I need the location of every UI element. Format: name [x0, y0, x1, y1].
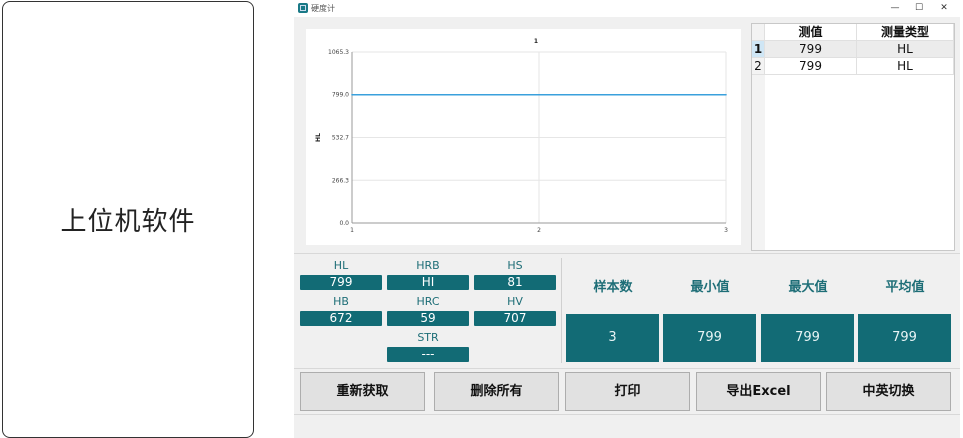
measure-value-hrc: 59: [387, 311, 469, 326]
title-bar: 硬度计 — ☐ ✕: [294, 0, 960, 17]
line-chart: 0.0 266.3 532.7 799.0 1065.3 1 2 3 1 HL: [315, 38, 728, 234]
data-table: 测值 测量类型 1 799 HL 2 799 HL: [751, 23, 955, 251]
language-toggle-button[interactable]: 中英切换: [826, 372, 951, 411]
header-value[interactable]: 测值: [765, 24, 857, 41]
cell-type[interactable]: HL: [857, 41, 954, 58]
measure-label-hs: HS: [507, 259, 523, 272]
divider: [294, 414, 960, 415]
x-tick-label: 2: [537, 227, 541, 234]
y-axis-label: HL: [315, 133, 322, 142]
stat-label-max: 最大值: [788, 280, 828, 295]
cell-type[interactable]: HL: [857, 58, 954, 75]
table-row[interactable]: 1 799 HL: [752, 41, 954, 58]
export-excel-button[interactable]: 导出Excel: [696, 372, 821, 411]
window-title: 硬度计: [311, 4, 335, 13]
data-point: [538, 93, 540, 96]
chart-panel: 0.0 266.3 532.7 799.0 1065.3 1 2 3 1 HL: [306, 29, 741, 245]
divider: [294, 368, 960, 369]
measure-label-str: STR: [417, 331, 439, 344]
measure-value-hl: 799: [300, 275, 382, 290]
delete-all-button[interactable]: 删除所有: [434, 372, 559, 411]
measure-value-hv: 707: [474, 311, 556, 326]
measure-value-hb: 672: [300, 311, 382, 326]
cell-value[interactable]: 799: [765, 41, 857, 58]
measure-value-str: ---: [387, 347, 469, 362]
y-tick-label: 0.0: [339, 220, 349, 227]
x-tick-label: 3: [724, 227, 728, 234]
maximize-button[interactable]: ☐: [908, 1, 930, 15]
measure-label-hb: HB: [333, 295, 349, 308]
header-type[interactable]: 测量类型: [857, 24, 954, 41]
divider: [294, 253, 960, 254]
stat-value-count: 3: [566, 314, 659, 362]
divider: [561, 258, 562, 363]
app-window: 硬度计 — ☐ ✕ 0.0 266.3 532.7 799.0 1065.3 1 2 3 1 HL…: [294, 0, 960, 438]
cell-value[interactable]: 799: [765, 58, 857, 75]
stat-value-min: 799: [663, 314, 756, 362]
stat-value-max: 799: [761, 314, 854, 362]
reacquire-button[interactable]: 重新获取: [300, 372, 425, 411]
stat-label-avg: 平均值: [885, 280, 925, 295]
table-header-row: 测值 测量类型: [752, 24, 954, 41]
data-point: [351, 93, 353, 96]
app-icon: [298, 3, 308, 13]
y-tick-label: 1065.3: [328, 49, 349, 56]
measure-label-hl: HL: [333, 259, 349, 272]
data-point: [725, 93, 727, 96]
stat-label-min: 最小值: [690, 280, 730, 295]
table-row[interactable]: 2 799 HL: [752, 58, 954, 75]
left-card-label: 上位机软件: [60, 207, 196, 237]
y-tick-label: 799.0: [332, 92, 349, 99]
measure-label-hrc: HRC: [416, 295, 440, 308]
row-number[interactable]: 1: [752, 41, 765, 58]
measure-label-hrb: HRB: [416, 259, 440, 272]
stat-value-avg: 799: [858, 314, 951, 362]
print-button[interactable]: 打印: [565, 372, 690, 411]
x-tick-label: 1: [350, 227, 354, 234]
stat-label-count: 样本数: [593, 280, 633, 295]
row-number[interactable]: 2: [752, 58, 765, 75]
y-tick-label: 532.7: [332, 134, 349, 141]
y-tick-label: 266.3: [332, 177, 349, 184]
minimize-button[interactable]: —: [884, 1, 906, 15]
corner-cell: [752, 24, 765, 41]
measure-value-hs: 81: [474, 275, 556, 290]
measure-label-hv: HV: [507, 295, 523, 308]
close-button[interactable]: ✕: [933, 1, 955, 15]
chart-title: 1: [534, 38, 538, 45]
left-label-card: 上位机软件: [2, 1, 254, 438]
measure-value-hrb: HI: [387, 275, 469, 290]
